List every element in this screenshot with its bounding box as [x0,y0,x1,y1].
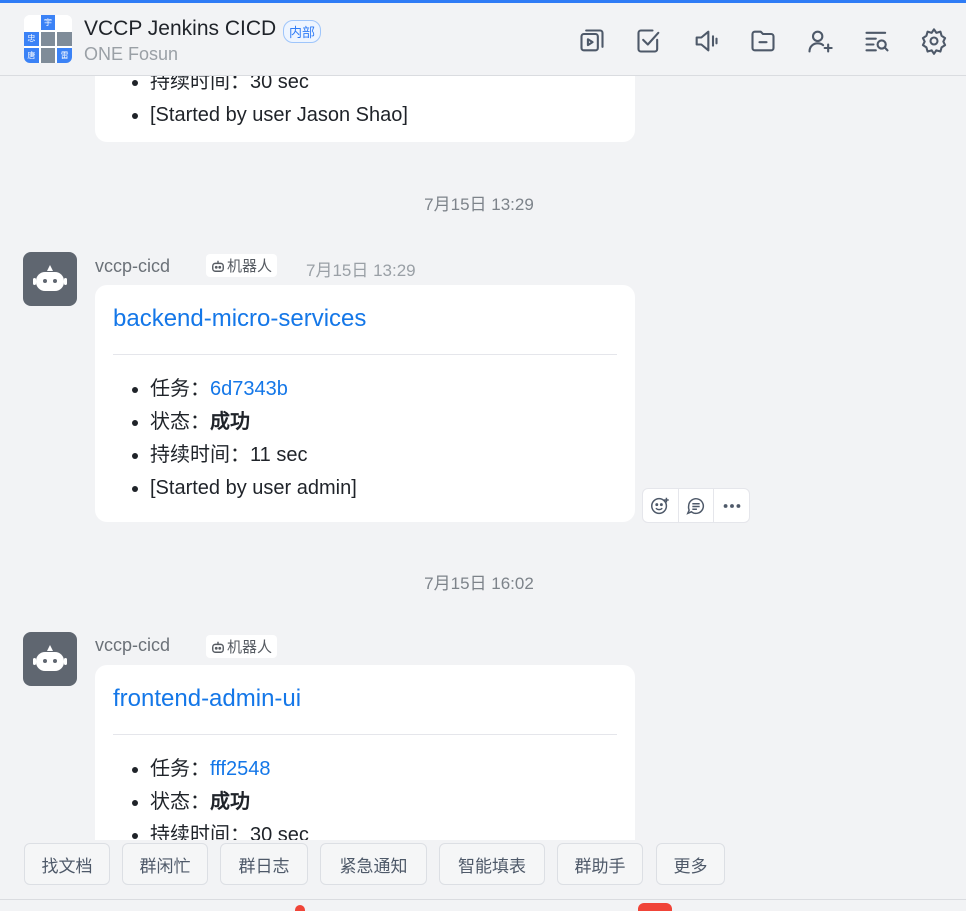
group-log-button[interactable]: 群日志 [220,843,308,885]
avatar-tile: 雷 [57,48,72,63]
list-item: 持续时间：11 sec [150,439,357,472]
avatar-tile: 宇 [40,15,56,30]
message-card: frontend-admin-ui 任务：fff2548 状态：成功 持续时间：… [95,665,635,840]
list-item: 状态：成功 [150,786,309,819]
bot-avatar[interactable] [23,252,77,306]
avatar-tile: 唐 [24,48,39,63]
bot-tag: 机器人 [206,254,278,277]
group-busy-button[interactable]: 群闲忙 [122,843,208,885]
header-toolbar [574,23,952,59]
list-item: 任务：6d7343b [150,373,357,406]
chat-title[interactable]: VCCP Jenkins CICD [84,17,276,41]
find-docs-button[interactable]: 找文档 [24,843,110,885]
robot-icon [33,265,67,291]
smart-form-button[interactable]: 智能填表 [439,843,545,885]
task-label: 任务： [150,758,210,780]
sender-name[interactable]: vccp-cicd [95,635,170,656]
status-value: 成功 [210,411,250,433]
avatar-tile [40,48,56,63]
list-item: [Started by user Jason Shao] [150,99,408,132]
avatar-tile [57,15,72,30]
card-title-link[interactable]: backend-micro-services [113,305,366,333]
todo-check-icon[interactable] [631,23,667,59]
bot-tag: 机器人 [206,635,278,658]
message-card: backend-micro-services 任务：6d7343b 状态：成功 … [95,285,635,522]
reply-thread-icon[interactable] [679,489,715,522]
organization-name: ONE Fosun [84,44,179,64]
card-divider [113,354,617,355]
screen-share-icon[interactable] [574,23,610,59]
message-time: 7月15日 13:29 [306,261,416,280]
sender-name[interactable]: vccp-cicd [95,256,170,277]
task-link[interactable]: 6d7343b [210,378,288,400]
folder-icon[interactable] [745,23,781,59]
more-button[interactable]: 更多 [656,843,725,885]
card-divider [113,734,617,735]
robot-icon [33,645,67,671]
input-divider [0,899,966,900]
group-assistant-button[interactable]: 群助手 [557,843,643,885]
time-separator: 7月15日 13:29 [424,195,534,214]
list-item: 状态：成功 [150,406,357,439]
task-link[interactable]: fff2548 [210,758,270,780]
bot-label: 机器人 [227,258,273,275]
robot-small-icon [212,260,224,272]
urgent-notice-button[interactable]: 紧急通知 [320,843,427,885]
internal-badge: 内部 [283,20,322,43]
bot-label: 机器人 [227,639,273,656]
list-item: 持续时间：30 sec [150,819,309,840]
group-avatar[interactable]: 宇 忠 唐 雷 [24,15,72,63]
search-messages-icon[interactable] [859,23,895,59]
list-item: 持续时间：30 sec [150,76,408,99]
task-label: 任务： [150,378,210,400]
card-details: 任务：6d7343b 状态：成功 持续时间：11 sec [Started by… [95,373,357,505]
message-list[interactable]: 持续时间：30 sec [Started by user Jason Shao]… [0,76,958,840]
list-item: [Started by user admin] [150,472,357,505]
bot-avatar[interactable] [23,632,77,686]
settings-gear-icon[interactable] [916,23,952,59]
avatar-tile [57,31,72,47]
status-label: 状态： [150,791,210,813]
emoji-reaction-icon[interactable] [643,489,679,522]
notification-dot [295,905,305,911]
card-details: 任务：fff2548 状态：成功 持续时间：30 sec [95,753,309,840]
more-icon[interactable] [714,489,749,522]
list-item: 任务：fff2548 [150,753,309,786]
avatar-tile [40,31,56,47]
chat-header: 宇 忠 唐 雷 VCCP Jenkins CICD 内部 ONE Fosun [0,3,966,76]
time-separator: 7月15日 16:02 [424,574,534,593]
message-hover-actions [642,488,750,523]
avatar-tile: 忠 [24,31,39,47]
quick-actions-bar: 找文档 群闲忙 群日志 紧急通知 智能填表 群助手 更多 [0,840,966,911]
robot-small-icon [212,641,224,653]
announcement-icon[interactable] [688,23,724,59]
add-member-icon[interactable] [802,23,838,59]
message-card: 持续时间：30 sec [Started by user Jason Shao] [95,76,635,142]
card-title-link[interactable]: frontend-admin-ui [113,685,301,713]
status-label: 状态： [150,411,210,433]
status-value: 成功 [210,791,250,813]
avatar-tile [24,15,39,30]
